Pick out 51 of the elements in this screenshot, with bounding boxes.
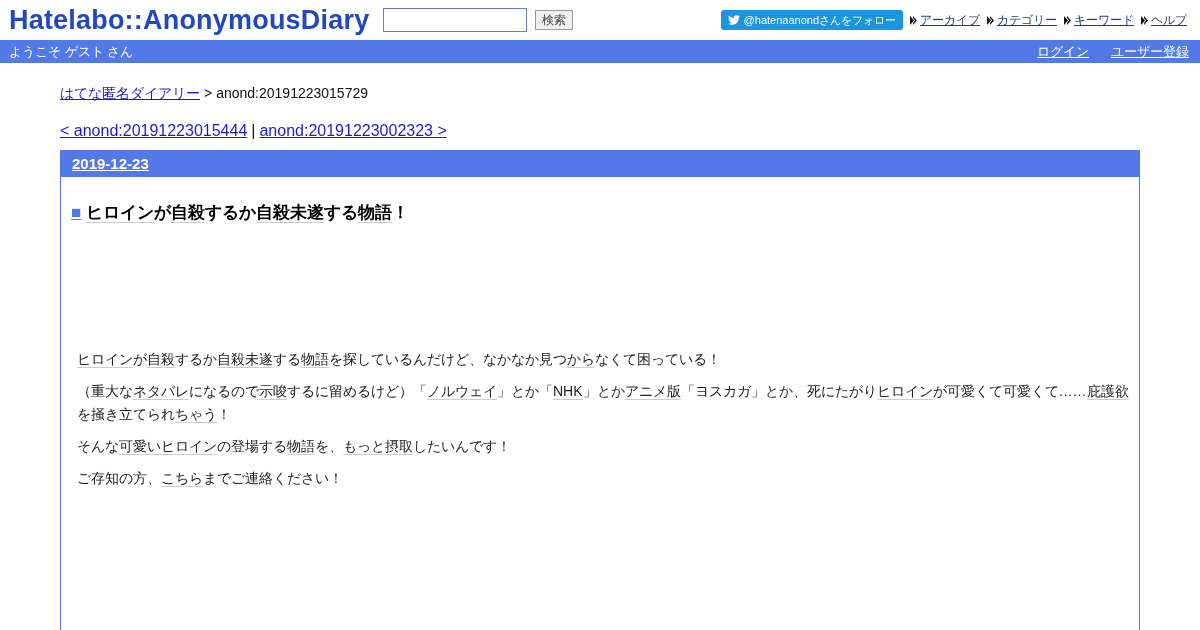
search-field[interactable] — [383, 8, 528, 32]
chevron-icon — [1141, 15, 1148, 25]
next-entry-link[interactable]: anond:20191223002323 > — [259, 119, 447, 143]
keyword-link[interactable]: ヒロイン — [876, 383, 933, 400]
keyword-link[interactable]: 物語 — [301, 351, 329, 368]
keyword-link[interactable]: 庇護欲 — [1086, 383, 1129, 400]
body-paragraph: ご存知の方、こちら までご連絡ください！ — [77, 469, 344, 489]
search-button[interactable]: 検索 — [535, 10, 574, 30]
keyword-link[interactable]: ヒロイン — [161, 438, 217, 455]
keyword-link[interactable]: ヒロイン — [77, 351, 133, 368]
keyword-link[interactable]: 示唆 — [259, 383, 287, 400]
keyword-link[interactable]: 物語 — [358, 203, 393, 223]
keyword-link[interactable]: 摂取 — [385, 438, 413, 455]
title-marker-link[interactable]: ■ — [71, 203, 82, 222]
twitter-bird-icon — [727, 14, 740, 26]
site-logo[interactable]: Hatelabo::AnonymousDiary — [9, 6, 370, 34]
breadcrumb-link[interactable]: はてな匿名ダイアリー — [60, 82, 200, 104]
keyword-link[interactable]: こちら — [161, 470, 203, 487]
previous-entry-link[interactable]: < anond:20191223015444 — [60, 119, 248, 143]
body-paragraph: （重大なネタバレ になるので示唆するに留めるけど）「ノルウェイ」とか「NHK」とかアニメ版「ヨスカガ」とか、死にたがり ヒロインが可愛くて可愛くて……庇護欲 を掻き立てられちゃう！ — [77, 382, 1130, 425]
breadcrumb-separator: > — [204, 83, 213, 103]
header-link[interactable]: カテゴリー — [997, 11, 1057, 29]
chevron-icon — [910, 15, 917, 25]
body-paragraph: ヒロインが自殺するか自殺未遂する物語を探しているんだけど、なかなか見つから なくて困っている！ — [77, 350, 722, 370]
entry-title: ■ ヒロインが自殺するか自殺未遂する物語！ — [71, 202, 411, 224]
keyword-link[interactable]: 物語 — [287, 438, 315, 455]
chevron-icon — [1064, 15, 1071, 25]
header-link[interactable]: キーワード — [1074, 11, 1134, 29]
keyword-link[interactable]: から — [567, 351, 595, 368]
keyword-link[interactable]: ちゃう — [175, 406, 217, 423]
header-link[interactable]: ヘルプ — [1151, 11, 1187, 29]
keyword-link[interactable]: ノルウェイ — [427, 383, 497, 400]
date-link[interactable]: 2019-12-23 — [72, 152, 149, 176]
account-link[interactable]: ログイン — [1037, 41, 1089, 62]
keyword-link[interactable]: 自殺未遂 — [256, 203, 325, 223]
keyword-link[interactable]: アニメ版 — [624, 383, 681, 400]
keyword-link[interactable]: 自殺 — [147, 351, 175, 368]
header-link[interactable]: アーカイブ — [920, 11, 980, 29]
chevron-icon — [987, 15, 994, 25]
keyword-link[interactable]: 自殺 — [171, 203, 206, 223]
keyword-link[interactable]: NHK — [553, 383, 583, 400]
keyword-link[interactable]: ネタバレ — [133, 383, 189, 400]
greeting-text: ようこそ ゲスト さん — [9, 42, 134, 61]
account-link[interactable]: ユーザー登録 — [1111, 41, 1189, 62]
keyword-link[interactable]: 自殺未遂 — [217, 351, 273, 368]
keyword-link[interactable]: ヒロイン — [86, 203, 155, 223]
keyword-link[interactable]: もっと — [343, 438, 385, 455]
body-paragraph: そんな可愛い ヒロインの登場する物語を、もっと摂取 したいんです！ — [77, 437, 512, 457]
breadcrumb-current: anond:20191223015729 — [216, 83, 368, 103]
pager-separator: | — [251, 121, 256, 141]
keyword-link[interactable]: 可愛い — [119, 438, 161, 455]
